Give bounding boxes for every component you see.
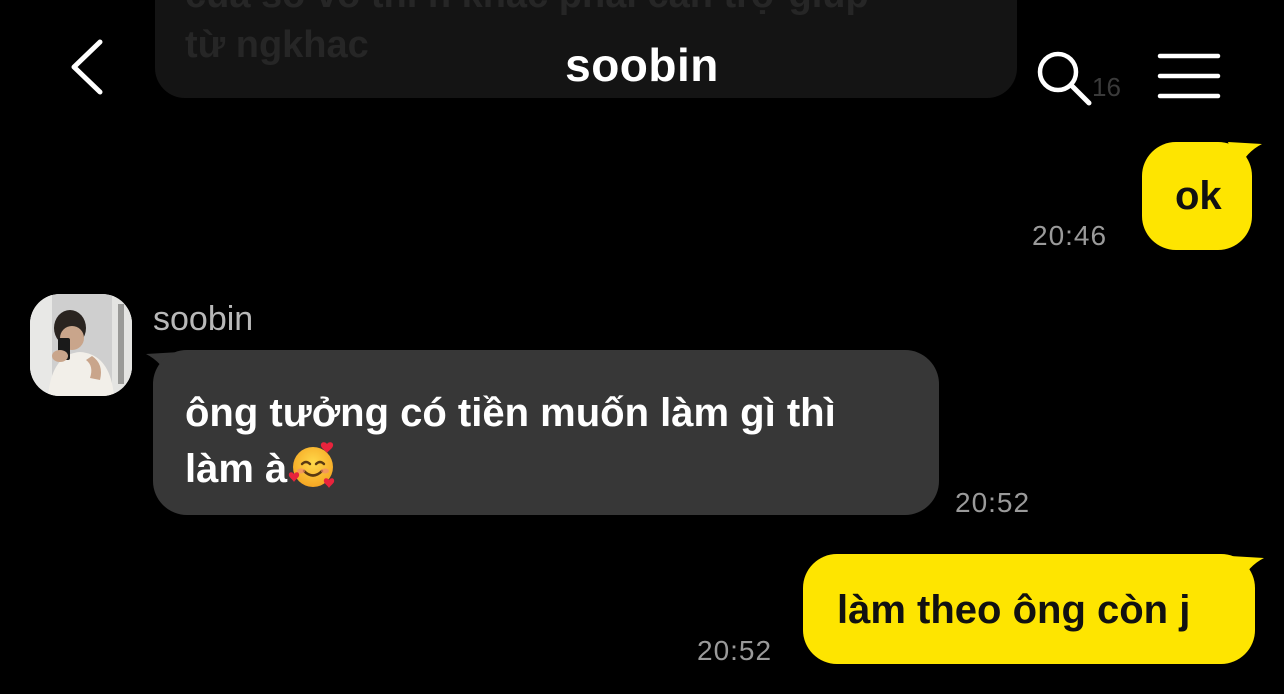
hamburger-menu-icon[interactable] [1156, 50, 1222, 102]
message-text: làm theo ông còn j [837, 588, 1191, 632]
message-text-line: ông tưởng có tiền muốn làm gì thì [185, 391, 836, 435]
outgoing-message-bubble[interactable]: làm theo ông còn j [803, 554, 1255, 664]
bubble-tail-icon [1228, 142, 1262, 170]
smiling-face-with-hearts-icon [289, 442, 335, 488]
bubble-tail-icon [1230, 556, 1264, 584]
incoming-message-bubble[interactable]: ông tưởng có tiền muốn làm gì thì làm à [153, 350, 939, 515]
message-time: 20:52 [697, 635, 773, 666]
search-icon[interactable] [1034, 48, 1096, 110]
sender-name: soobin [153, 300, 254, 338]
message-text: ok [1175, 174, 1222, 218]
message-text-line: làm à [185, 447, 288, 491]
avatar[interactable] [30, 294, 132, 396]
message-time: 20:52 [955, 487, 1031, 518]
message-time: 20:46 [1032, 220, 1108, 251]
message-text: ông tưởng có tiền muốn làm gì thì làm à [185, 386, 925, 496]
